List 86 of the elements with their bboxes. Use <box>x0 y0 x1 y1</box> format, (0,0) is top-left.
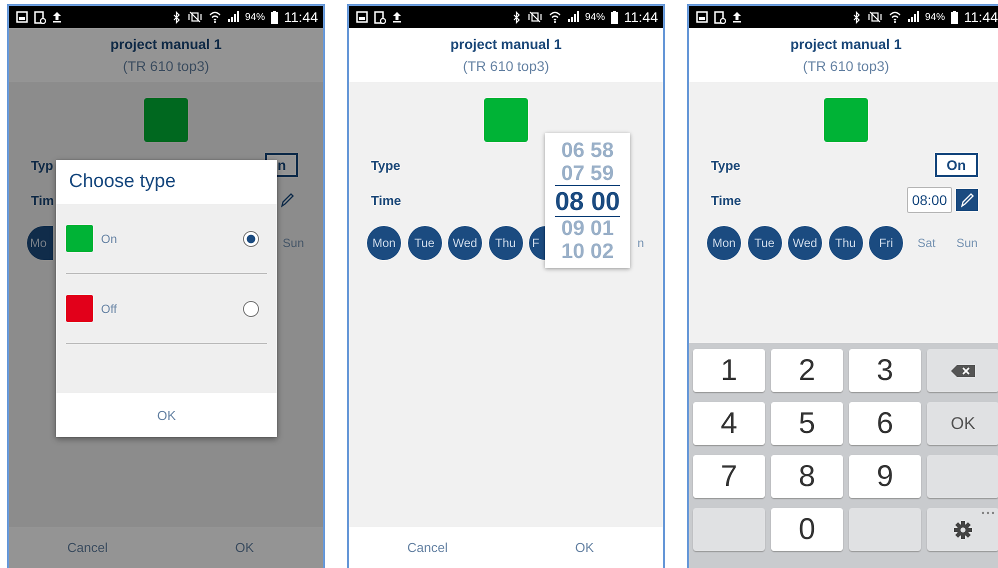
day-toggle[interactable]: Tue <box>408 226 442 260</box>
battery-icon <box>271 10 278 24</box>
mute-vibrate-icon <box>526 11 543 23</box>
backspace-icon <box>950 364 976 378</box>
radio-button[interactable] <box>243 230 259 246</box>
digit-key[interactable]: 8 <box>771 455 843 498</box>
option-label: On <box>101 232 118 246</box>
battery-percent: 94% <box>244 12 265 22</box>
radio-button[interactable] <box>243 300 259 316</box>
picker-value[interactable]: 08 00 <box>554 184 620 216</box>
option-label: Off <box>101 302 118 316</box>
digit-key[interactable]: 0 <box>771 508 843 551</box>
image-icon <box>16 11 28 23</box>
phone-icon <box>374 10 386 24</box>
day-toggle[interactable]: Mon <box>707 226 741 260</box>
clock-time: 11:44 <box>284 9 318 25</box>
bluetooth-icon <box>512 10 521 24</box>
signal-icon <box>566 11 579 23</box>
battery-percent: 94% <box>584 12 605 22</box>
option-row[interactable]: On <box>66 204 267 274</box>
backspace-key[interactable] <box>927 349 998 392</box>
page-subtitle: (TR 610 top3) <box>462 58 550 74</box>
day-toggle[interactable]: Tue <box>748 226 782 260</box>
time-label: Tim <box>31 192 54 208</box>
settings-icon <box>952 518 974 540</box>
page-subtitle: (TR 610 top3) <box>122 58 210 74</box>
signal-icon <box>226 11 239 23</box>
clock-time: 11:44 <box>624 9 658 25</box>
digit-key[interactable]: 7 <box>693 455 765 498</box>
settings-key[interactable] <box>927 508 998 551</box>
digit-key[interactable]: 6 <box>849 402 921 445</box>
wifi-icon <box>888 11 901 23</box>
ok-button[interactable]: OK <box>56 393 277 437</box>
battery-icon <box>611 10 618 24</box>
bluetooth-icon <box>852 10 861 24</box>
type-indicator <box>144 98 188 142</box>
day-toggle[interactable]: Fri <box>869 226 903 260</box>
time-picker-menu[interactable]: 06 58 07 59 08 00 09 01 10 02 <box>545 133 630 268</box>
upload-icon <box>732 11 742 23</box>
upload-icon <box>52 11 62 23</box>
time-label: Time <box>711 192 742 208</box>
type-label: Type <box>711 158 740 172</box>
battery-icon <box>951 10 958 24</box>
digit-key[interactable]: 9 <box>849 455 921 498</box>
day-toggle[interactable]: Thu <box>488 226 522 260</box>
page-title: project manual 1 <box>450 36 562 52</box>
type-indicator <box>484 98 528 142</box>
day-toggle[interactable]: Wed <box>448 226 482 260</box>
digit-key[interactable]: 4 <box>693 402 765 445</box>
ok-key[interactable]: OK <box>927 402 998 445</box>
digit-key[interactable]: 5 <box>771 402 843 445</box>
option-row[interactable]: Off <box>66 274 267 344</box>
type-label: Typ <box>31 158 54 172</box>
page-title: project manual 1 <box>110 36 222 52</box>
edit-button[interactable] <box>956 189 978 211</box>
image-icon <box>696 11 708 23</box>
digit-key[interactable]: 2 <box>771 349 843 392</box>
mute-vibrate-icon <box>866 11 883 23</box>
page-title: project manual 1 <box>790 36 902 52</box>
time-label: Time <box>371 192 402 208</box>
day-toggle[interactable]: Wed <box>788 226 822 260</box>
phone-icon <box>714 10 726 24</box>
ok-button[interactable]: OK <box>506 527 663 568</box>
type-indicator <box>824 98 868 142</box>
mute-vibrate-icon <box>186 11 203 23</box>
more-dots-icon <box>981 511 995 515</box>
digit-key[interactable]: 1 <box>693 349 765 392</box>
day-toggle[interactable]: Mo <box>27 226 53 260</box>
bluetooth-icon <box>172 10 181 24</box>
image-icon <box>356 11 368 23</box>
clock-time: 11:44 <box>964 9 998 25</box>
wifi-icon <box>208 11 221 23</box>
upload-icon <box>392 11 402 23</box>
day-toggle[interactable]: Thu <box>828 226 862 260</box>
battery-percent: 94% <box>924 12 945 22</box>
dialog-title: Choose type <box>56 160 277 204</box>
page-subtitle: (TR 610 top3) <box>802 58 890 74</box>
phone-icon <box>34 10 46 24</box>
time-field[interactable]: 08:00 <box>906 187 952 213</box>
wifi-icon <box>548 11 561 23</box>
cancel-button[interactable]: Cancel <box>349 527 506 568</box>
digit-key[interactable]: 3 <box>849 349 921 392</box>
type-label: Type <box>371 158 400 172</box>
day-toggle[interactable]: Mon <box>367 226 401 260</box>
signal-icon <box>906 11 919 23</box>
type-button[interactable]: On <box>934 153 978 177</box>
